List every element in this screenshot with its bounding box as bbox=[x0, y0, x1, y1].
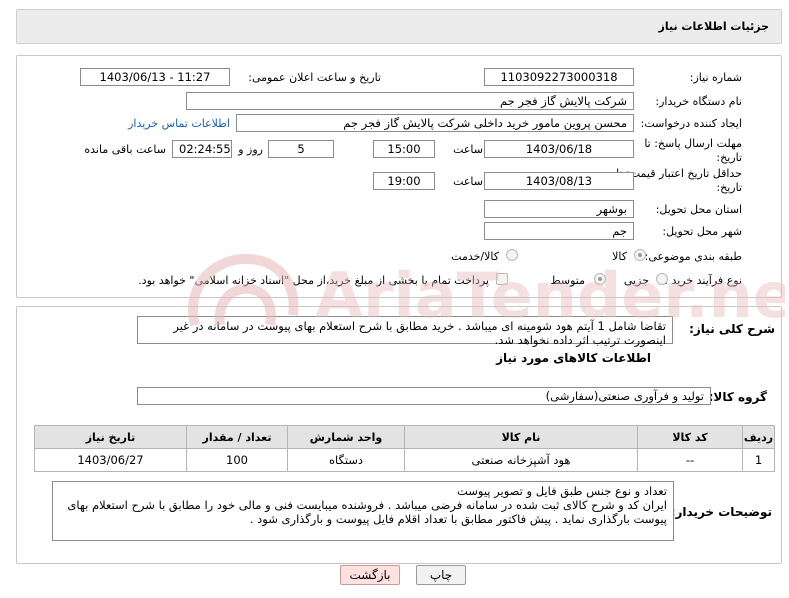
category-label: طبقه بندی موضوعی: bbox=[644, 250, 742, 263]
col-code: کد کالا bbox=[637, 425, 743, 449]
category-goods-label: کالا bbox=[612, 250, 627, 263]
cell-code: -- bbox=[637, 448, 743, 472]
reply-time-field: 15:00 bbox=[373, 140, 435, 158]
cell-name: هود آشپزخانه صنعتی bbox=[404, 448, 638, 472]
goods-table: ردیف کد کالا نام کالا واحد شمارش تعداد /… bbox=[34, 425, 775, 472]
col-unit: واحد شمارش bbox=[287, 425, 405, 449]
need-number-field: 1103092273000318 bbox=[484, 68, 634, 86]
goods-group-label: گروه کالا: bbox=[708, 390, 767, 404]
buyer-org-label: نام دستگاه خریدار: bbox=[655, 95, 742, 108]
process-minor-radio[interactable] bbox=[656, 273, 668, 285]
category-goods-service-label: کالا/خدمت bbox=[451, 250, 499, 263]
reply-date-field: 1403/06/18 bbox=[484, 140, 634, 158]
day-and-label: روز و bbox=[238, 143, 263, 156]
category-goods-radio[interactable] bbox=[634, 249, 646, 261]
description-label: شرح کلی نیاز: bbox=[689, 322, 775, 336]
reply-time-label: ساعت bbox=[453, 143, 483, 156]
announce-datetime-field: 1403/06/13 - 11:27 bbox=[80, 68, 230, 86]
goods-group-field: تولید و فرآوری صنعتی(سفارشی) bbox=[137, 387, 711, 405]
buyer-notes-text: تعداد و نوع جنس طبق فایل و تصویر پیوست ا… bbox=[52, 481, 674, 541]
days-field: 5 bbox=[268, 140, 334, 158]
buyer-notes-label: توضیحات خریدار: bbox=[670, 505, 772, 519]
col-qty: تعداد / مقدار bbox=[186, 425, 288, 449]
remaining-time-field: 02:24:55 bbox=[172, 140, 232, 158]
col-name: نام کالا bbox=[404, 425, 638, 449]
category-goods-service-radio[interactable] bbox=[506, 249, 518, 261]
city-label: شهر محل تحویل: bbox=[662, 225, 742, 238]
buyer-org-field: شرکت پالایش گاز فجر جم bbox=[186, 92, 634, 110]
need-number-label: شماره نیاز: bbox=[689, 71, 742, 84]
process-medium-label: متوسط bbox=[550, 274, 585, 287]
page-header: جزئیات اطلاعات نیاز bbox=[16, 9, 782, 44]
col-date: تاریخ نیاز bbox=[34, 425, 187, 449]
buyer-contact-link[interactable]: اطلاعات تماس خریدار bbox=[128, 117, 230, 130]
print-button[interactable]: چاپ bbox=[416, 565, 466, 585]
cell-qty: 100 bbox=[186, 448, 288, 472]
process-medium-radio[interactable] bbox=[594, 273, 606, 285]
cell-unit: دستگاه bbox=[287, 448, 405, 472]
process-minor-label: جزیی bbox=[623, 274, 649, 287]
table-row: 1 -- هود آشپزخانه صنعتی دستگاه 100 1403/… bbox=[34, 448, 775, 472]
reply-deadline-label: مهلت ارسال پاسخ: تا تاریخ: bbox=[644, 137, 742, 164]
process-type-label: نوع فرآیند خرید : bbox=[664, 274, 742, 287]
province-field: بوشهر bbox=[484, 200, 634, 218]
description-text: تقاضا شامل 1 آیتم هود شومینه ای میباشد .… bbox=[137, 316, 673, 347]
col-row: ردیف bbox=[742, 425, 775, 449]
validity-time-field: 19:00 bbox=[373, 172, 435, 190]
province-label: استان محل تحویل: bbox=[655, 203, 742, 216]
goods-info-heading: اطلاعات کالاهای مورد نیاز bbox=[496, 351, 651, 365]
validity-time-label: ساعت bbox=[453, 175, 483, 188]
cell-row: 1 bbox=[742, 448, 775, 472]
treasury-checkbox[interactable] bbox=[496, 273, 508, 285]
announce-datetime-label: تاریخ و ساعت اعلان عمومی: bbox=[248, 71, 381, 84]
remaining-label: ساعت باقی مانده bbox=[84, 143, 166, 156]
city-field: جم bbox=[484, 222, 634, 240]
requester-field: محسن پروین مامور خرید داخلی شرکت پالایش … bbox=[236, 114, 634, 132]
page-title: جزئیات اطلاعات نیاز bbox=[658, 20, 770, 33]
requester-label: ایجاد کننده درخواست: bbox=[640, 117, 742, 130]
validity-date-field: 1403/08/13 bbox=[484, 172, 634, 190]
back-button[interactable]: بازگشت bbox=[340, 565, 400, 585]
cell-date: 1403/06/27 bbox=[34, 448, 187, 472]
treasury-note: پرداخت تمام یا بخشی از مبلغ خرید،از محل … bbox=[138, 274, 489, 287]
